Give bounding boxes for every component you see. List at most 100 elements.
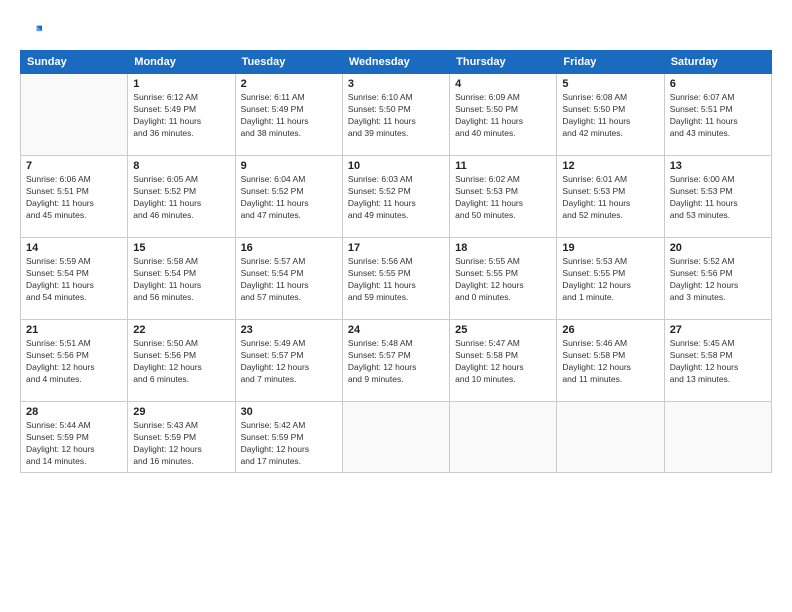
day-info: Sunrise: 5:59 AM Sunset: 5:54 PM Dayligh… bbox=[26, 256, 122, 304]
calendar-cell bbox=[450, 402, 557, 473]
day-number: 22 bbox=[133, 324, 229, 336]
calendar-cell: 30 Sunrise: 5:42 AM Sunset: 5:59 PM Dayli… bbox=[235, 402, 342, 473]
day-number: 7 bbox=[26, 160, 122, 172]
day-info: Sunrise: 6:03 AM Sunset: 5:52 PM Dayligh… bbox=[348, 174, 444, 222]
day-info: Sunrise: 5:57 AM Sunset: 5:54 PM Dayligh… bbox=[241, 256, 337, 304]
day-info: Sunrise: 5:42 AM Sunset: 5:59 PM Dayligh… bbox=[241, 420, 337, 468]
day-number: 15 bbox=[133, 242, 229, 254]
calendar-col-header: Wednesday bbox=[342, 51, 449, 74]
calendar-cell: 28 Sunrise: 5:44 AM Sunset: 5:59 PM Dayli… bbox=[21, 402, 128, 473]
day-number: 13 bbox=[670, 160, 766, 172]
day-number: 10 bbox=[348, 160, 444, 172]
day-number: 30 bbox=[241, 406, 337, 418]
day-number: 24 bbox=[348, 324, 444, 336]
day-info: Sunrise: 6:06 AM Sunset: 5:51 PM Dayligh… bbox=[26, 174, 122, 222]
day-info: Sunrise: 6:12 AM Sunset: 5:49 PM Dayligh… bbox=[133, 92, 229, 140]
day-number: 20 bbox=[670, 242, 766, 254]
calendar-col-header: Tuesday bbox=[235, 51, 342, 74]
day-info: Sunrise: 5:44 AM Sunset: 5:59 PM Dayligh… bbox=[26, 420, 122, 468]
day-number: 5 bbox=[562, 78, 658, 90]
day-number: 17 bbox=[348, 242, 444, 254]
calendar-cell: 26 Sunrise: 5:46 AM Sunset: 5:58 PM Dayli… bbox=[557, 320, 664, 402]
calendar-cell: 11 Sunrise: 6:02 AM Sunset: 5:53 PM Dayli… bbox=[450, 156, 557, 238]
day-info: Sunrise: 6:11 AM Sunset: 5:49 PM Dayligh… bbox=[241, 92, 337, 140]
day-number: 3 bbox=[348, 78, 444, 90]
calendar-cell: 22 Sunrise: 5:50 AM Sunset: 5:56 PM Dayli… bbox=[128, 320, 235, 402]
calendar-cell bbox=[664, 402, 771, 473]
calendar-cell: 2 Sunrise: 6:11 AM Sunset: 5:49 PM Daylig… bbox=[235, 74, 342, 156]
calendar-cell: 4 Sunrise: 6:09 AM Sunset: 5:50 PM Daylig… bbox=[450, 74, 557, 156]
calendar-table: SundayMondayTuesdayWednesdayThursdayFrid… bbox=[20, 50, 772, 473]
day-info: Sunrise: 5:55 AM Sunset: 5:55 PM Dayligh… bbox=[455, 256, 551, 304]
calendar-week-row: 14 Sunrise: 5:59 AM Sunset: 5:54 PM Dayli… bbox=[21, 238, 772, 320]
day-info: Sunrise: 6:04 AM Sunset: 5:52 PM Dayligh… bbox=[241, 174, 337, 222]
day-info: Sunrise: 5:45 AM Sunset: 5:58 PM Dayligh… bbox=[670, 338, 766, 386]
calendar-cell: 3 Sunrise: 6:10 AM Sunset: 5:50 PM Daylig… bbox=[342, 74, 449, 156]
day-info: Sunrise: 5:50 AM Sunset: 5:56 PM Dayligh… bbox=[133, 338, 229, 386]
day-number: 25 bbox=[455, 324, 551, 336]
day-info: Sunrise: 5:49 AM Sunset: 5:57 PM Dayligh… bbox=[241, 338, 337, 386]
calendar-cell: 12 Sunrise: 6:01 AM Sunset: 5:53 PM Dayli… bbox=[557, 156, 664, 238]
calendar-cell: 14 Sunrise: 5:59 AM Sunset: 5:54 PM Dayli… bbox=[21, 238, 128, 320]
calendar-cell: 24 Sunrise: 5:48 AM Sunset: 5:57 PM Dayli… bbox=[342, 320, 449, 402]
header bbox=[20, 18, 772, 44]
day-number: 14 bbox=[26, 242, 122, 254]
calendar-col-header: Thursday bbox=[450, 51, 557, 74]
calendar-cell: 17Sunrise: 5:56 AM Sunset: 5:55 PM Dayli… bbox=[342, 238, 449, 320]
day-number: 4 bbox=[455, 78, 551, 90]
day-number: 28 bbox=[26, 406, 122, 418]
calendar-cell: 29Sunrise: 5:43 AM Sunset: 5:59 PM Dayli… bbox=[128, 402, 235, 473]
calendar-cell: 19 Sunrise: 5:53 AM Sunset: 5:55 PM Dayli… bbox=[557, 238, 664, 320]
calendar-cell bbox=[557, 402, 664, 473]
day-info: Sunrise: 6:02 AM Sunset: 5:53 PM Dayligh… bbox=[455, 174, 551, 222]
calendar-cell: 1 Sunrise: 6:12 AM Sunset: 5:49 PM Daylig… bbox=[128, 74, 235, 156]
calendar-week-row: 1 Sunrise: 6:12 AM Sunset: 5:49 PM Daylig… bbox=[21, 74, 772, 156]
day-number: 2 bbox=[241, 78, 337, 90]
day-number: 1 bbox=[133, 78, 229, 90]
day-info: Sunrise: 6:00 AM Sunset: 5:53 PM Dayligh… bbox=[670, 174, 766, 222]
logo bbox=[20, 22, 46, 44]
day-info: Sunrise: 6:05 AM Sunset: 5:52 PM Dayligh… bbox=[133, 174, 229, 222]
page: SundayMondayTuesdayWednesdayThursdayFrid… bbox=[0, 0, 792, 612]
calendar-week-row: 28 Sunrise: 5:44 AM Sunset: 5:59 PM Dayli… bbox=[21, 402, 772, 473]
day-info: Sunrise: 5:47 AM Sunset: 5:58 PM Dayligh… bbox=[455, 338, 551, 386]
calendar-cell: 21 Sunrise: 5:51 AM Sunset: 5:56 PM Dayli… bbox=[21, 320, 128, 402]
calendar-col-header: Saturday bbox=[664, 51, 771, 74]
calendar-cell: 15 Sunrise: 5:58 AM Sunset: 5:54 PM Dayli… bbox=[128, 238, 235, 320]
calendar-cell: 23Sunrise: 5:49 AM Sunset: 5:57 PM Dayli… bbox=[235, 320, 342, 402]
calendar-cell: 9Sunrise: 6:04 AM Sunset: 5:52 PM Daylig… bbox=[235, 156, 342, 238]
calendar-cell: 18 Sunrise: 5:55 AM Sunset: 5:55 PM Dayli… bbox=[450, 238, 557, 320]
day-number: 19 bbox=[562, 242, 658, 254]
calendar-cell bbox=[342, 402, 449, 473]
day-number: 21 bbox=[26, 324, 122, 336]
day-info: Sunrise: 5:43 AM Sunset: 5:59 PM Dayligh… bbox=[133, 420, 229, 468]
day-info: Sunrise: 6:07 AM Sunset: 5:51 PM Dayligh… bbox=[670, 92, 766, 140]
calendar-week-row: 7 Sunrise: 6:06 AM Sunset: 5:51 PM Daylig… bbox=[21, 156, 772, 238]
calendar-cell: 27 Sunrise: 5:45 AM Sunset: 5:58 PM Dayli… bbox=[664, 320, 771, 402]
day-info: Sunrise: 5:52 AM Sunset: 5:56 PM Dayligh… bbox=[670, 256, 766, 304]
calendar-cell: 20 Sunrise: 5:52 AM Sunset: 5:56 PM Dayli… bbox=[664, 238, 771, 320]
day-info: Sunrise: 5:46 AM Sunset: 5:58 PM Dayligh… bbox=[562, 338, 658, 386]
day-info: Sunrise: 5:58 AM Sunset: 5:54 PM Dayligh… bbox=[133, 256, 229, 304]
day-number: 11 bbox=[455, 160, 551, 172]
logo-icon bbox=[20, 22, 42, 44]
day-info: Sunrise: 5:51 AM Sunset: 5:56 PM Dayligh… bbox=[26, 338, 122, 386]
day-info: Sunrise: 6:10 AM Sunset: 5:50 PM Dayligh… bbox=[348, 92, 444, 140]
calendar-cell: 5 Sunrise: 6:08 AM Sunset: 5:50 PM Daylig… bbox=[557, 74, 664, 156]
day-info: Sunrise: 5:48 AM Sunset: 5:57 PM Dayligh… bbox=[348, 338, 444, 386]
calendar-col-header: Sunday bbox=[21, 51, 128, 74]
calendar-cell: 13 Sunrise: 6:00 AM Sunset: 5:53 PM Dayli… bbox=[664, 156, 771, 238]
calendar-cell bbox=[21, 74, 128, 156]
day-info: Sunrise: 6:01 AM Sunset: 5:53 PM Dayligh… bbox=[562, 174, 658, 222]
day-info: Sunrise: 6:08 AM Sunset: 5:50 PM Dayligh… bbox=[562, 92, 658, 140]
calendar-cell: 6 Sunrise: 6:07 AM Sunset: 5:51 PM Daylig… bbox=[664, 74, 771, 156]
calendar-header-row: SundayMondayTuesdayWednesdayThursdayFrid… bbox=[21, 51, 772, 74]
day-number: 18 bbox=[455, 242, 551, 254]
day-info: Sunrise: 6:09 AM Sunset: 5:50 PM Dayligh… bbox=[455, 92, 551, 140]
day-number: 26 bbox=[562, 324, 658, 336]
day-number: 12 bbox=[562, 160, 658, 172]
day-number: 27 bbox=[670, 324, 766, 336]
day-info: Sunrise: 5:53 AM Sunset: 5:55 PM Dayligh… bbox=[562, 256, 658, 304]
calendar-week-row: 21 Sunrise: 5:51 AM Sunset: 5:56 PM Dayli… bbox=[21, 320, 772, 402]
day-number: 6 bbox=[670, 78, 766, 90]
